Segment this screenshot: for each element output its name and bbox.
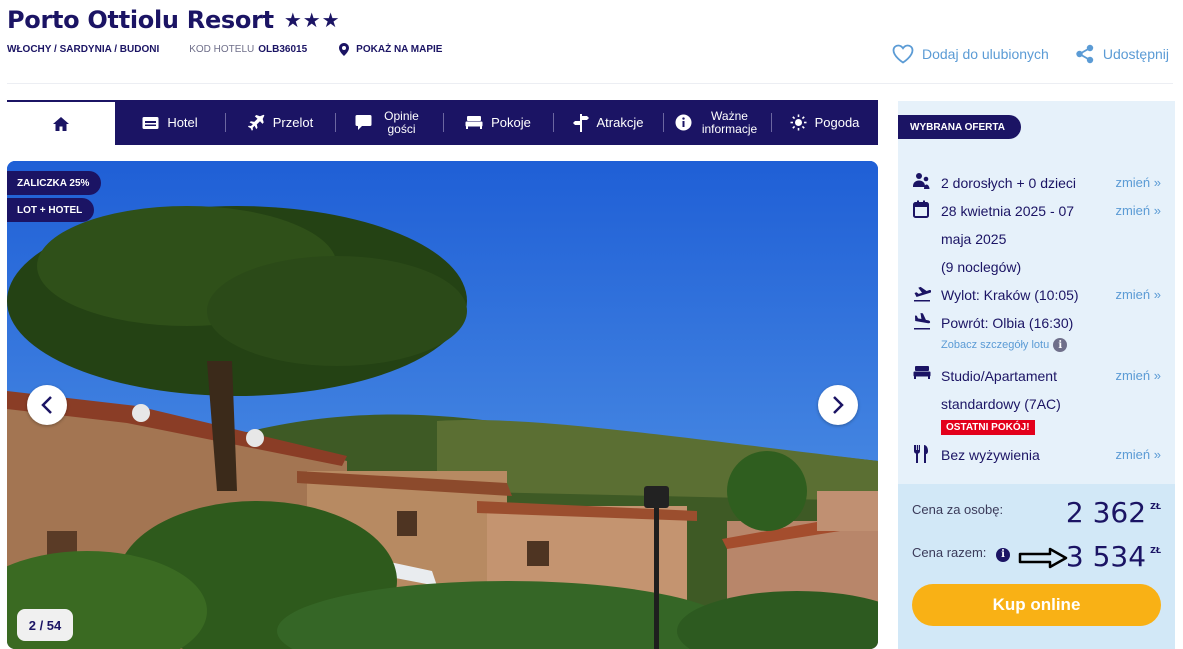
last-room-badge: OSTATNI POKÓJ! xyxy=(941,420,1035,435)
bed-icon xyxy=(465,116,483,129)
info-icon[interactable]: i xyxy=(996,547,1011,562)
room-line-1: Studio/Apartament xyxy=(941,368,1057,384)
return-text: Powrót: Olbia (16:30) xyxy=(941,315,1074,331)
room-row: Studio/Apartament standardowy (7AC) zmie… xyxy=(913,362,1163,418)
departure-row: Wylot: Kraków (10:05) zmień » xyxy=(913,281,1163,309)
change-flight-link[interactable]: zmień » xyxy=(1115,281,1161,309)
flight-details-link[interactable]: Zobacz szczegóły lotu i xyxy=(941,338,1068,352)
currency-label: ZŁ xyxy=(1150,546,1161,555)
bed-icon xyxy=(913,366,931,379)
buy-online-button[interactable]: Kup online xyxy=(912,584,1161,626)
tab-rooms[interactable]: Pokoje xyxy=(443,100,553,145)
tab-weather[interactable]: Pogoda xyxy=(771,100,878,145)
info-icon xyxy=(675,114,691,131)
change-guests-link[interactable]: zmień » xyxy=(1115,169,1161,197)
deposit-badge: ZALICZKA 25% xyxy=(7,171,102,195)
nights-count: (9 noclegów) xyxy=(941,259,1022,275)
tab-attractions[interactable]: Atrakcje xyxy=(553,100,663,145)
currency-label: ZŁ xyxy=(1150,502,1161,511)
show-map-link[interactable]: POKAŻ NA MAPIE xyxy=(339,43,442,56)
share-icon xyxy=(1076,44,1094,64)
gallery-prev-button[interactable] xyxy=(27,385,67,425)
plane-arrival-icon xyxy=(914,313,931,330)
favorites-label: Dodaj do ulubionych xyxy=(921,46,1049,62)
offer-panel: WYBRANA OFERTA 2 dorosłych + 0 dzieci zm… xyxy=(898,101,1175,649)
board-text: Bez wyżywienia xyxy=(941,447,1040,463)
hotel-icon xyxy=(142,116,159,129)
dates-line-2: maja 2025 xyxy=(941,231,1007,247)
tab-important-info-label: Ważne informacje xyxy=(701,108,758,136)
breadcrumb[interactable]: WŁOCHY / SARDYNIA / BUDONI xyxy=(7,44,159,55)
room-line-2: standardowy (7AC) xyxy=(941,396,1061,412)
section-tabs: Hotel Przelot Opinie gości Pokoje Atrakc… xyxy=(7,100,878,145)
tab-hotel[interactable]: Hotel xyxy=(115,100,225,145)
home-icon xyxy=(53,116,69,131)
header-actions: Dodaj do ulubionych Udostępnij xyxy=(892,44,1169,64)
hotel-offer-page: Porto Ottiolu Resort ★★★ WŁOCHY / SARDYN… xyxy=(0,0,1183,649)
calendar-icon xyxy=(913,200,929,218)
tab-reviews[interactable]: Opinie gości xyxy=(335,100,443,145)
dates-line-1: 28 kwietnia 2025 - 07 xyxy=(941,203,1075,219)
board-row: Bez wyżywienia zmień » xyxy=(913,441,1163,469)
price-per-person: 2 362 ZŁ xyxy=(1066,496,1161,529)
share-label: Udostępnij xyxy=(1102,46,1169,62)
title-row: Porto Ottiolu Resort ★★★ xyxy=(7,6,341,34)
heart-icon xyxy=(892,44,914,64)
hotel-meta: WŁOCHY / SARDYNIA / BUDONI KOD HOTELU OL… xyxy=(7,43,442,56)
tab-flight[interactable]: Przelot xyxy=(225,100,335,145)
chevron-left-icon xyxy=(41,396,52,414)
price-total-label: Cena razem: i xyxy=(912,545,1011,562)
hotel-code-label: KOD HOTELU xyxy=(189,44,255,55)
return-row: Powrót: Olbia (16:30) xyxy=(913,309,1163,337)
speech-bubble-icon xyxy=(355,115,371,130)
share-button[interactable]: Udostępnij xyxy=(1075,44,1169,64)
price-total-label-text: Cena razem: xyxy=(912,545,987,560)
tab-attractions-label: Atrakcje xyxy=(596,115,644,130)
plane-departure-icon xyxy=(914,286,931,302)
plane-icon xyxy=(247,114,265,131)
chevron-right-icon xyxy=(833,396,844,414)
tab-rooms-label: Pokoje xyxy=(491,115,531,130)
flight-details-label: Zobacz szczegóły lotu xyxy=(941,339,1050,351)
dates-row: 28 kwietnia 2025 - 07 maja 2025 (9 nocle… xyxy=(913,197,1163,281)
hotel-stars: ★★★ xyxy=(283,9,341,32)
sun-icon xyxy=(790,114,807,131)
tab-hotel-label: Hotel xyxy=(167,115,198,130)
price-per-person-label: Cena za osobę: xyxy=(912,502,1004,517)
gallery-next-button[interactable] xyxy=(818,385,858,425)
tab-important-info[interactable]: Ważne informacje xyxy=(663,100,771,145)
add-to-favorites-button[interactable]: Dodaj do ulubionych xyxy=(892,44,1049,64)
info-icon: i xyxy=(1053,338,1068,352)
hotel-title: Porto Ottiolu Resort xyxy=(7,6,274,34)
tab-flight-label: Przelot xyxy=(272,115,314,130)
tab-reviews-label: Opinie gości xyxy=(384,108,419,136)
people-icon xyxy=(913,173,930,189)
tab-weather-label: Pogoda xyxy=(814,115,860,130)
price-per-person-value: 2 362 xyxy=(1065,496,1147,529)
change-room-link[interactable]: zmień » xyxy=(1115,362,1161,390)
hotel-code: OLB36015 xyxy=(258,44,308,55)
package-type-badge: LOT + HOTEL xyxy=(7,198,95,222)
tab-home[interactable] xyxy=(7,100,115,145)
photo-gallery[interactable] xyxy=(7,161,878,649)
signpost-icon xyxy=(572,113,589,132)
price-total-value: 3 534 xyxy=(1065,540,1147,573)
departure-text: Wylot: Kraków (10:05) xyxy=(941,287,1079,303)
change-board-link[interactable]: zmień » xyxy=(1115,441,1161,469)
map-pin-icon xyxy=(339,43,350,56)
hotel-photo xyxy=(7,161,878,649)
price-box: Cena za osobę: 2 362 ZŁ Cena razem: i 3 … xyxy=(898,484,1175,649)
guests-text: 2 dorosłych + 0 dzieci xyxy=(941,175,1077,191)
show-map-label: POKAŻ NA MAPIE xyxy=(356,44,443,55)
price-total: 3 534 ZŁ xyxy=(1066,540,1161,573)
guests-row: 2 dorosłych + 0 dzieci zmień » xyxy=(913,169,1163,197)
gallery-counter: 2 / 54 xyxy=(17,609,73,641)
change-dates-link[interactable]: zmień » xyxy=(1115,197,1161,225)
selected-offer-badge: WYBRANA OFERTA xyxy=(898,115,1021,139)
header-divider xyxy=(7,83,1173,84)
cutlery-icon xyxy=(914,445,928,463)
arrow-right-icon xyxy=(1018,547,1068,569)
